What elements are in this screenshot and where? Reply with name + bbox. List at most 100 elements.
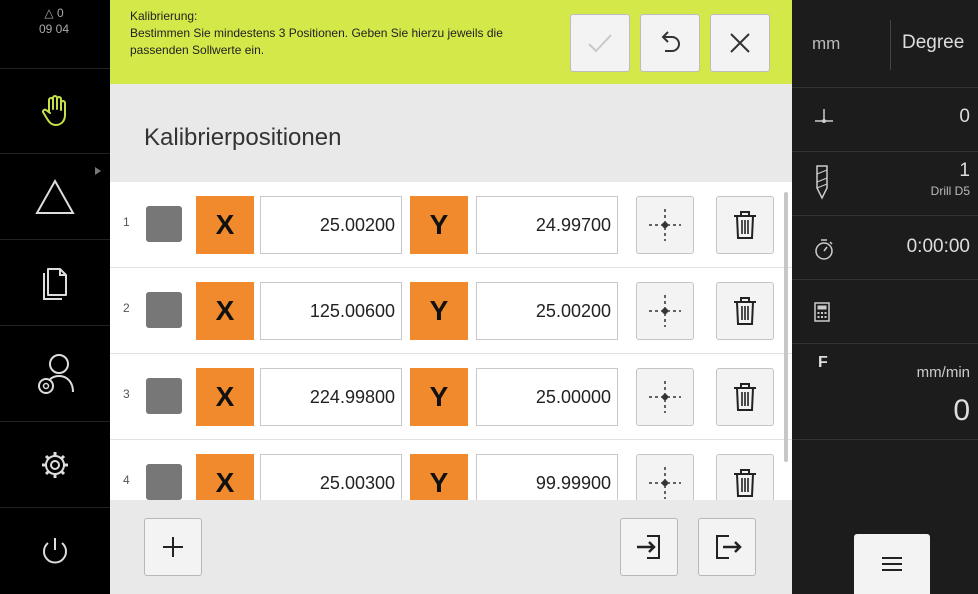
capture-position-button[interactable] [636, 368, 694, 426]
x-axis-label: X [196, 196, 254, 254]
feed-label: F [818, 354, 828, 371]
manual-operation-button[interactable] [0, 68, 110, 154]
y-axis-label: Y [410, 282, 468, 340]
hamburger-icon [882, 557, 902, 571]
plus-icon [163, 537, 183, 557]
y-value-field[interactable]: 25.00200 [476, 282, 618, 340]
x-axis-label: X [196, 454, 254, 500]
expand-arrow-icon [95, 167, 101, 175]
settings-button[interactable] [0, 422, 110, 508]
add-position-button[interactable] [144, 518, 202, 576]
feed-value: 0 [953, 394, 970, 427]
calibration-panel: Kalibrierpositionen 1 X 25.00200 Y 24.99… [110, 84, 792, 594]
timer-value: 0:00:00 [906, 236, 970, 257]
tool-name: Drill D5 [930, 184, 970, 198]
main-menu: △ 0 09 04 [0, 0, 110, 594]
crosshair-icon [649, 295, 681, 327]
y-value-field[interactable]: 99.99900 [476, 454, 618, 500]
status-indicator[interactable]: △ 0 09 04 [14, 0, 94, 38]
y-axis-label: Y [410, 196, 468, 254]
calculator-row[interactable] [792, 280, 978, 344]
triangle-icon [35, 178, 75, 214]
message-title: Kalibrierung: [130, 9, 198, 23]
angle-unit[interactable]: Degree [902, 32, 964, 54]
export-icon [716, 535, 742, 559]
feed-unit: mm/min [916, 364, 970, 381]
row-checkbox[interactable] [146, 206, 182, 242]
list-item: 1 X 25.00200 Y 24.99700 [110, 182, 792, 268]
message-text: Bestimmen Sie mindestens 3 Positionen. G… [130, 26, 503, 57]
menu-button[interactable] [854, 534, 930, 594]
tool-row[interactable]: 1 Drill D5 [792, 152, 978, 216]
linear-unit[interactable]: mm [812, 34, 840, 54]
undo-button[interactable] [640, 14, 700, 72]
calculator-icon [814, 302, 830, 322]
timer-row[interactable]: 0:00:00 [792, 216, 978, 280]
datum-row[interactable]: 0 [792, 88, 978, 152]
row-index: 3 [123, 387, 130, 401]
status-panel: mm Degree 0 1 Drill D5 0:00:00 F mm/min … [792, 0, 978, 594]
unit-selector[interactable]: mm Degree [792, 0, 978, 88]
calibration-position-list[interactable]: 1 X 25.00200 Y 24.99700 2 X 125.00600 Y … [110, 182, 792, 500]
scrollbar[interactable] [784, 192, 788, 462]
y-value-field[interactable]: 25.00000 [476, 368, 618, 426]
export-button[interactable] [698, 518, 756, 576]
y-axis-label: Y [410, 454, 468, 500]
app-root: △ 0 09 04 Kalibrierung: Bestimmen Sie mi… [0, 0, 978, 594]
check-icon [588, 34, 612, 53]
x-axis-label: X [196, 368, 254, 426]
list-item: 4 X 25.00300 Y 99.99900 [110, 440, 792, 500]
confirm-button[interactable] [570, 14, 630, 72]
page-title: Kalibrierpositionen [144, 124, 342, 151]
power-button[interactable] [0, 508, 110, 594]
file-management-button[interactable] [0, 240, 110, 326]
message-bar: Kalibrierung: Bestimmen Sie mindestens 3… [110, 0, 792, 84]
delete-button[interactable] [716, 282, 774, 340]
x-value-field[interactable]: 224.99800 [260, 368, 402, 426]
x-axis-label: X [196, 282, 254, 340]
mdi-button[interactable] [0, 154, 110, 240]
feed-rate-row[interactable]: F mm/min 0 [792, 344, 978, 440]
hand-icon [42, 95, 66, 126]
row-checkbox[interactable] [146, 378, 182, 414]
delete-button[interactable] [716, 454, 774, 500]
crosshair-icon [649, 209, 681, 241]
list-item: 3 X 224.99800 Y 25.00000 [110, 354, 792, 440]
row-checkbox[interactable] [146, 464, 182, 500]
delete-button[interactable] [716, 196, 774, 254]
delete-button[interactable] [716, 368, 774, 426]
documents-icon [43, 267, 67, 300]
y-axis-label: Y [410, 368, 468, 426]
row-index: 1 [123, 215, 130, 229]
row-index: 4 [123, 473, 130, 487]
user-settings-icon [38, 353, 74, 394]
user-login-button[interactable] [0, 326, 110, 422]
x-value-field[interactable]: 25.00200 [260, 196, 402, 254]
datum-icon [815, 109, 833, 123]
list-toolbar [110, 500, 792, 594]
x-value-field[interactable]: 125.00600 [260, 282, 402, 340]
gear-icon [42, 451, 68, 478]
power-icon [43, 538, 67, 564]
import-button[interactable] [620, 518, 678, 576]
list-item: 2 X 125.00600 Y 25.00200 [110, 268, 792, 354]
y-value-field[interactable]: 24.99700 [476, 196, 618, 254]
status-time: 09 04 [38, 22, 70, 36]
row-checkbox[interactable] [146, 292, 182, 328]
import-icon [637, 535, 660, 559]
trash-icon [734, 211, 756, 239]
capture-position-button[interactable] [636, 196, 694, 254]
row-index: 2 [123, 301, 130, 315]
capture-position-button[interactable] [636, 282, 694, 340]
tool-number: 1 [959, 160, 970, 181]
trash-icon [734, 297, 756, 325]
crosshair-icon [649, 467, 681, 499]
unit-divider [890, 20, 891, 70]
trash-icon [734, 383, 756, 411]
x-value-field[interactable]: 25.00300 [260, 454, 402, 500]
drill-icon [816, 165, 828, 200]
close-button[interactable] [710, 14, 770, 72]
datum-value: 0 [959, 106, 970, 127]
capture-position-button[interactable] [636, 454, 694, 500]
undo-icon [661, 31, 680, 52]
